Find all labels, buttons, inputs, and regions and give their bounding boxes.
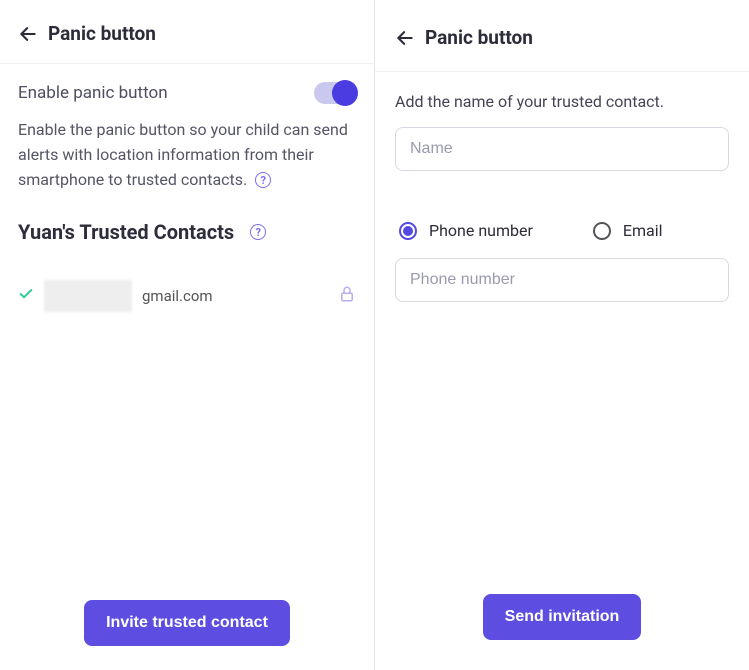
contact-row: gmail.com — [0, 252, 374, 320]
invite-trusted-contact-button[interactable]: Invite trusted contact — [84, 600, 290, 646]
add-contact-prompt: Add the name of your trusted contact. — [375, 72, 749, 121]
radio-unselected-icon — [593, 222, 611, 240]
radio-phone-label: Phone number — [429, 221, 533, 240]
left-panel: Panic button Enable panic button Enable … — [0, 0, 374, 670]
trusted-contacts-heading-row: Yuan's Trusted Contacts ? — [0, 192, 374, 252]
right-title: Panic button — [425, 26, 533, 49]
enable-description: Enable the panic button so your child ca… — [0, 112, 374, 192]
right-panel: Panic button Add the name of your truste… — [374, 0, 749, 670]
send-invitation-button[interactable]: Send invitation — [483, 594, 642, 640]
left-header: Panic button — [0, 0, 374, 64]
help-icon[interactable]: ? — [255, 172, 271, 188]
radio-phone[interactable]: Phone number — [399, 221, 533, 240]
contact-name-redacted — [44, 280, 132, 312]
right-footer: Send invitation — [375, 594, 749, 670]
help-icon[interactable]: ? — [250, 224, 266, 240]
radio-email[interactable]: Email — [593, 221, 663, 240]
phone-number-field[interactable] — [395, 258, 729, 302]
enable-toggle[interactable] — [314, 82, 356, 104]
trusted-contacts-heading: Yuan's Trusted Contacts — [18, 220, 234, 244]
right-header: Panic button — [375, 0, 749, 72]
left-title: Panic button — [48, 22, 156, 45]
contact-method-radio-group: Phone number Email — [375, 171, 749, 252]
left-footer: Invite trusted contact — [0, 600, 374, 670]
enable-description-text: Enable the panic button so your child ca… — [18, 120, 348, 189]
back-arrow-icon[interactable] — [395, 28, 415, 48]
radio-selected-icon — [399, 222, 417, 240]
radio-email-label: Email — [623, 221, 663, 240]
enable-toggle-row: Enable panic button — [0, 64, 374, 112]
check-icon — [18, 286, 34, 306]
enable-toggle-label: Enable panic button — [18, 83, 168, 103]
contact-email: gmail.com — [142, 287, 213, 305]
name-field[interactable] — [395, 127, 729, 171]
toggle-knob-icon — [332, 80, 358, 106]
lock-icon — [338, 285, 356, 307]
back-arrow-icon[interactable] — [18, 24, 38, 44]
